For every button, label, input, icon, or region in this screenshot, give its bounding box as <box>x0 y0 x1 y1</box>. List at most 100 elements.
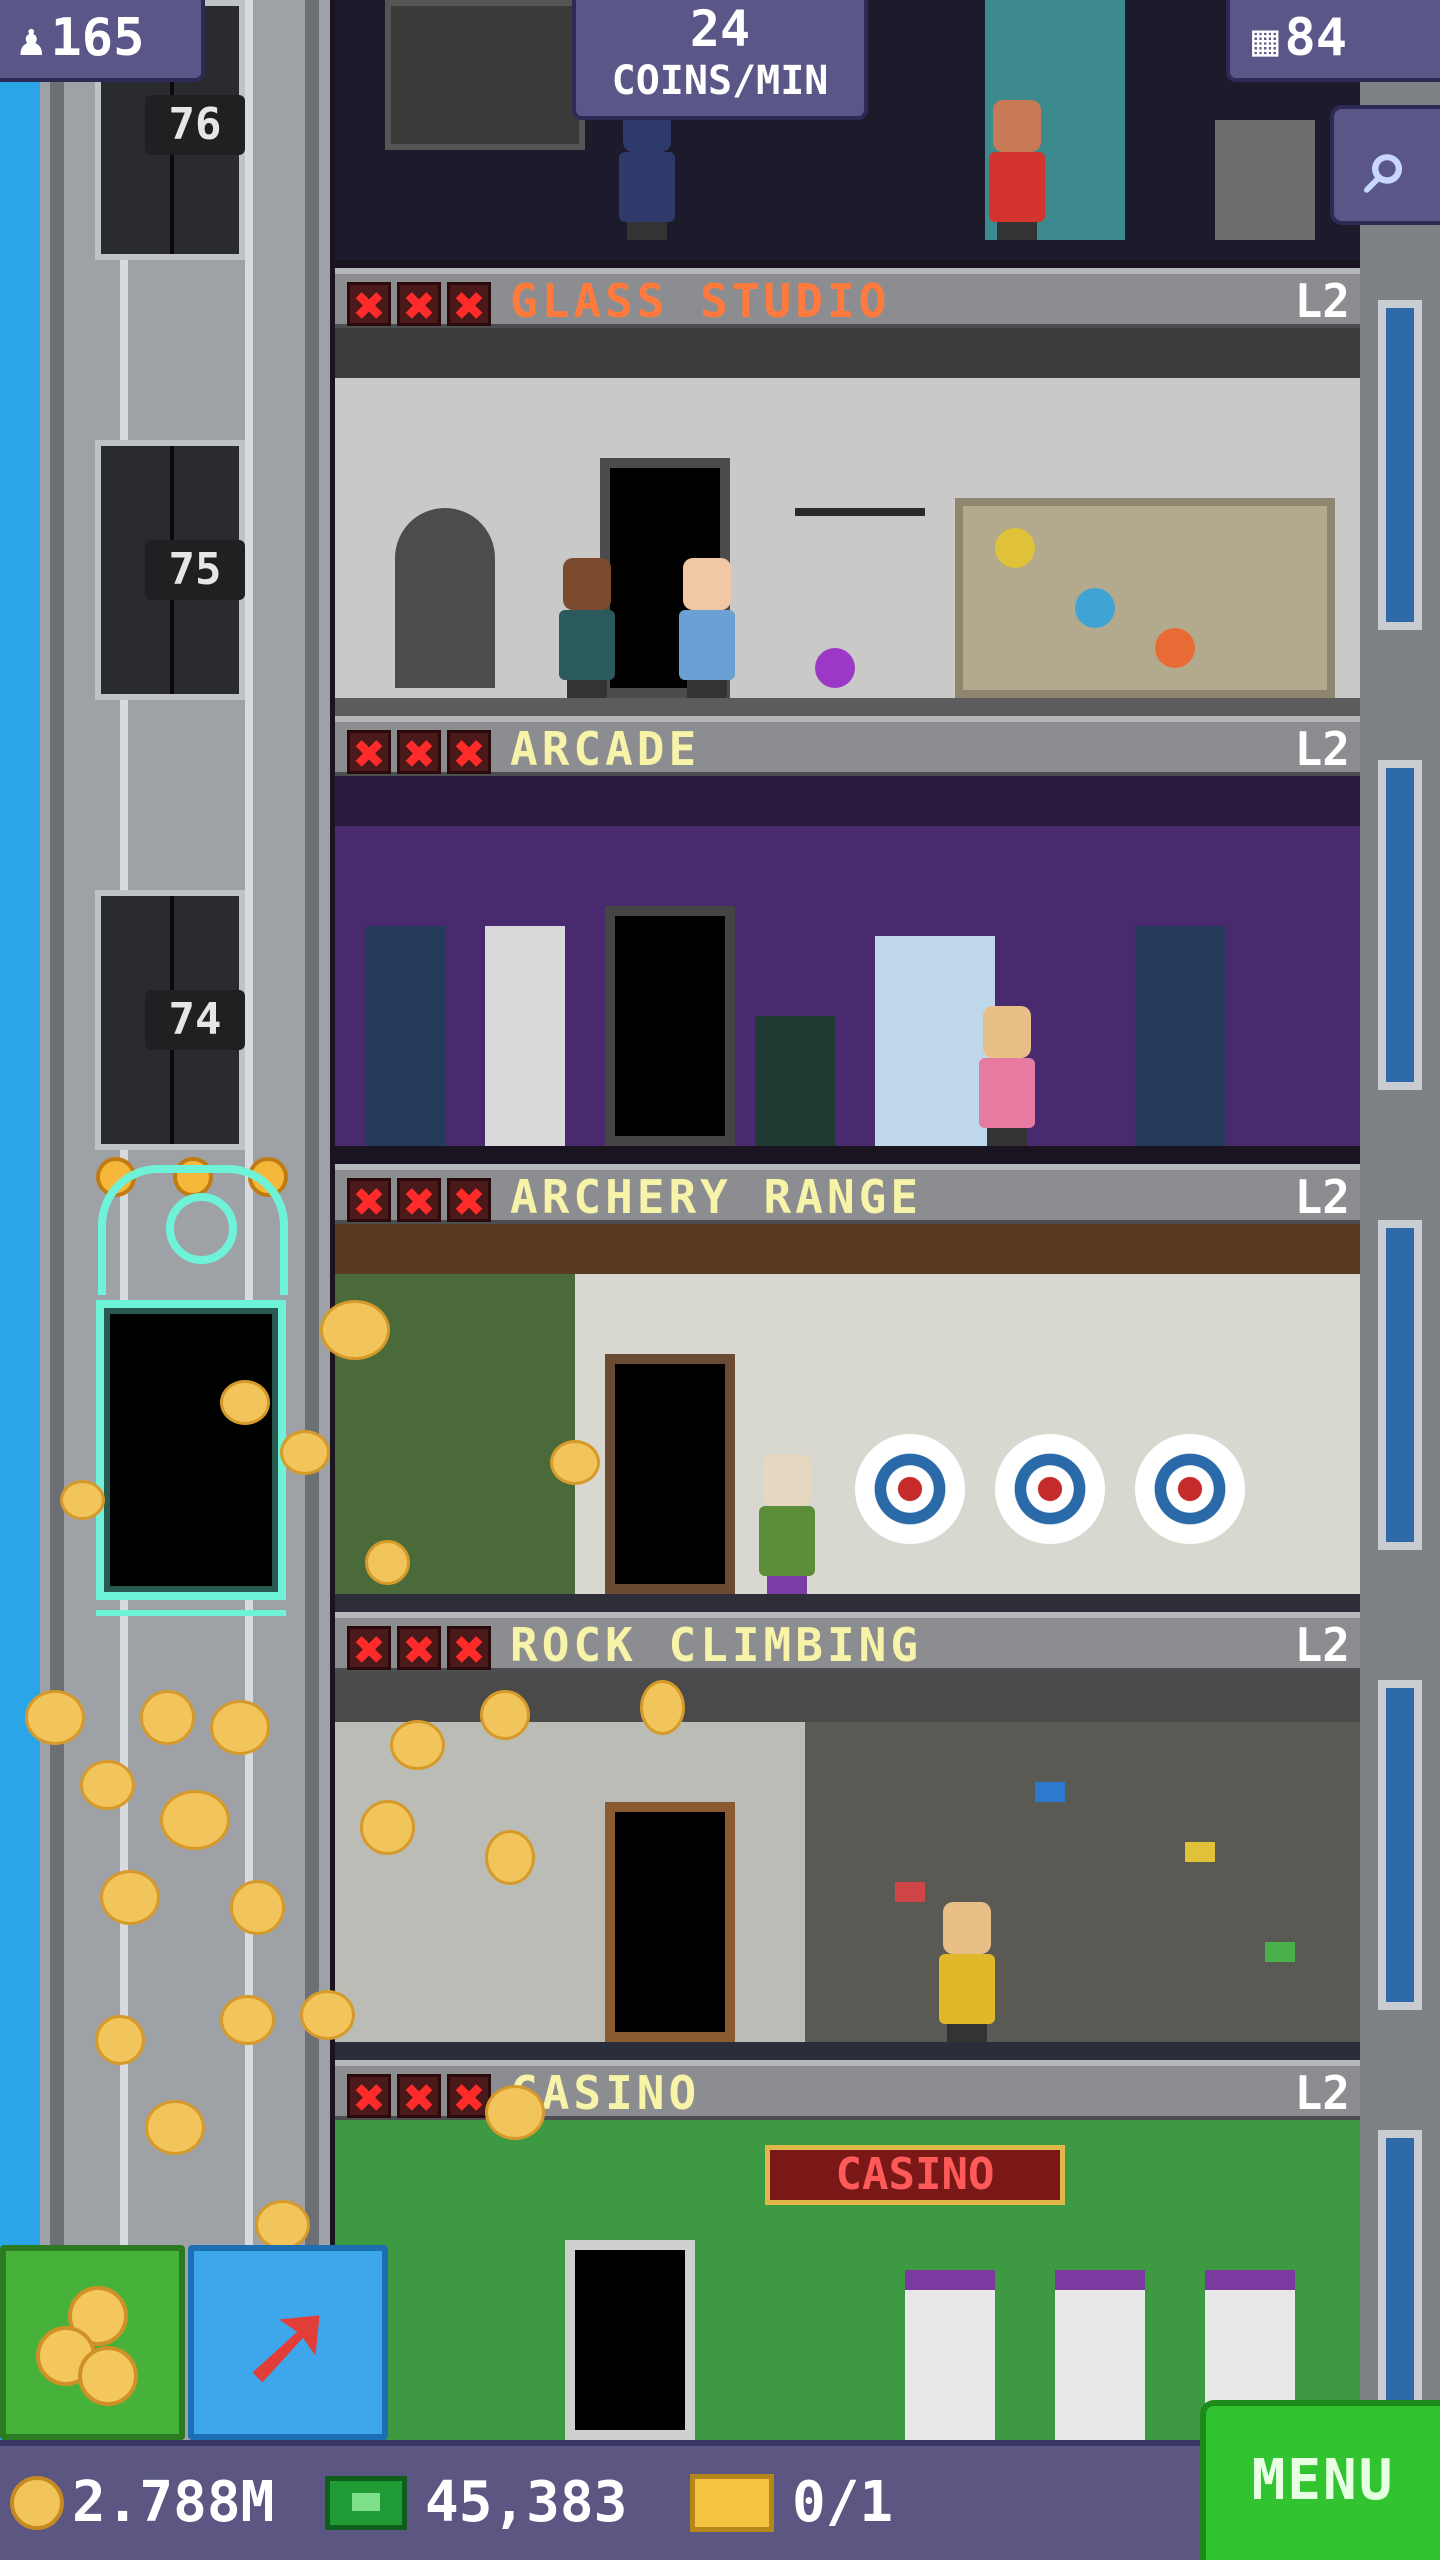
empty-star-icon: ✖ <box>447 282 491 329</box>
slot-machine <box>1055 2270 1145 2440</box>
coin-icon <box>360 1800 415 1855</box>
elevator-base <box>96 1610 286 1630</box>
empty-star-icon: ✖ <box>447 1178 491 1225</box>
climbing-hold <box>1265 1942 1295 1962</box>
climbing-hold <box>895 1882 925 1902</box>
window <box>1378 1680 1422 2010</box>
star-rating: ✖ ✖ ✖ <box>347 1626 491 1673</box>
star-rating: ✖ ✖ ✖ <box>347 1178 491 1225</box>
floor-arcade[interactable]: ✖ ✖ ✖ ARCADE L2 <box>335 716 1360 1164</box>
coin-icon <box>140 1690 195 1745</box>
floor-level: L2 <box>1294 1170 1350 1224</box>
shaft-floor-number: 75 <box>145 540 245 600</box>
coin-icon <box>95 2015 145 2065</box>
coin-icon <box>640 1680 685 1735</box>
glass-vase <box>1155 628 1195 668</box>
room-door <box>605 1802 735 2042</box>
star-rating: ✖ ✖ ✖ <box>347 730 491 777</box>
building-wall-right <box>1360 0 1440 2460</box>
menu-button[interactable]: MENU <box>1200 2400 1440 2560</box>
coin-icon <box>220 1380 270 1425</box>
casino-sign: CASINO <box>765 2145 1065 2205</box>
shaft-rail-right <box>305 0 319 2440</box>
coins-total[interactable]: 2.788M <box>10 2468 274 2538</box>
coin-icon <box>210 1700 270 1755</box>
coin-icon <box>145 2100 205 2155</box>
coins-per-minute: 24 COINS/MIN <box>572 0 868 120</box>
coins-value: 2.788M <box>72 2470 275 2535</box>
coin-icon <box>300 1990 355 2040</box>
room-interior <box>335 328 1360 716</box>
room-interior: CASINO <box>335 2120 1360 2440</box>
floor-glass-studio[interactable]: ✖ ✖ ✖ GLASS STUDIO L2 <box>335 268 1360 716</box>
elevator-crown <box>98 1165 288 1295</box>
empty-star-icon: ✖ <box>347 730 391 777</box>
floor-archery-range[interactable]: ✖ ✖ ✖ ARCHERY RANGE L2 <box>335 1164 1360 1612</box>
coin-icon <box>80 1760 135 1810</box>
climbing-hold <box>1185 1842 1215 1862</box>
coins-icon[interactable] <box>0 2245 185 2440</box>
tower-resident[interactable] <box>615 100 679 240</box>
shaft-floor-number: 74 <box>145 990 245 1050</box>
tower-resident[interactable] <box>755 1454 819 1594</box>
empty-star-icon: ✖ <box>397 730 441 777</box>
arcade-cabinet <box>485 926 565 1164</box>
floor-header: ✖ ✖ ✖ ROCK CLIMBING L2 <box>335 1612 1360 1673</box>
arrow-up-right-icon[interactable]: ➚ <box>188 2245 388 2440</box>
tickets-value: 0/1 <box>792 2470 894 2535</box>
coin-icon <box>220 1995 275 2045</box>
floor-header: ✖ ✖ ✖ ARCADE L2 <box>335 716 1360 777</box>
coin-icon <box>365 1540 410 1585</box>
kiln <box>395 508 495 688</box>
coins-rate-unit: COINS/MIN <box>611 58 829 104</box>
slot-machine <box>905 2270 995 2440</box>
tickets-total[interactable]: 0/1 <box>690 2468 893 2538</box>
coin-icon <box>480 1690 530 1740</box>
window <box>1378 300 1422 630</box>
population-value: 165 <box>50 8 145 68</box>
glass-vase <box>815 648 855 688</box>
shaft-rail-left <box>50 0 64 2440</box>
coins-rate-value: 24 <box>689 0 751 58</box>
tower-resident[interactable] <box>675 558 739 698</box>
bux-value: 45,383 <box>425 2470 628 2535</box>
tower-resident[interactable] <box>975 1006 1039 1146</box>
arcade-cabinet <box>1135 926 1225 1164</box>
coin-icon <box>485 1830 535 1885</box>
coin-icon <box>550 1440 600 1485</box>
coin-icon <box>160 1790 230 1850</box>
shaft-floor-number: 76 <box>145 95 245 155</box>
coin-icon <box>320 1300 390 1360</box>
room-door <box>605 906 735 1146</box>
floor-name: ARCADE <box>510 722 701 776</box>
empty-star-icon: ✖ <box>397 1626 441 1673</box>
person-icon: ♟ <box>18 15 45 66</box>
climbing-hold <box>1035 1782 1065 1802</box>
floor-name: ROCK CLIMBING <box>510 1618 923 1672</box>
coin-icon <box>280 1430 330 1475</box>
floor-count-value: 84 <box>1284 8 1348 68</box>
floor-rock-climbing[interactable]: ✖ ✖ ✖ ROCK CLIMBING L2 <box>335 1612 1360 2060</box>
tower-resident[interactable] <box>555 558 619 698</box>
coin-icon <box>255 2200 310 2250</box>
archery-target <box>1135 1434 1245 1544</box>
empty-star-icon: ✖ <box>347 1178 391 1225</box>
floor-level: L2 <box>1294 1618 1350 1672</box>
coin-icon <box>10 2476 64 2530</box>
empty-star-icon: ✖ <box>347 1626 391 1673</box>
archery-target <box>855 1434 965 1544</box>
magnifier-icon[interactable]: ⌕ <box>1330 105 1440 225</box>
tower-resident[interactable] <box>985 100 1049 240</box>
atm-machine <box>1215 120 1315 240</box>
empty-star-icon: ✖ <box>347 2074 391 2121</box>
floor-counter[interactable]: ▦ 84 <box>1226 0 1440 82</box>
coin-icon <box>230 1880 285 1935</box>
floor-name: ARCHERY RANGE <box>510 1170 923 1224</box>
tower-resident[interactable] <box>935 1902 999 2042</box>
glass-vase <box>1075 588 1115 628</box>
window <box>1378 1220 1422 1550</box>
climbing-wall <box>805 1722 1360 2042</box>
population-counter[interactable]: ♟ 165 <box>0 0 205 82</box>
bux-icon <box>325 2476 407 2530</box>
bux-total[interactable]: 45,383 <box>325 2468 627 2538</box>
